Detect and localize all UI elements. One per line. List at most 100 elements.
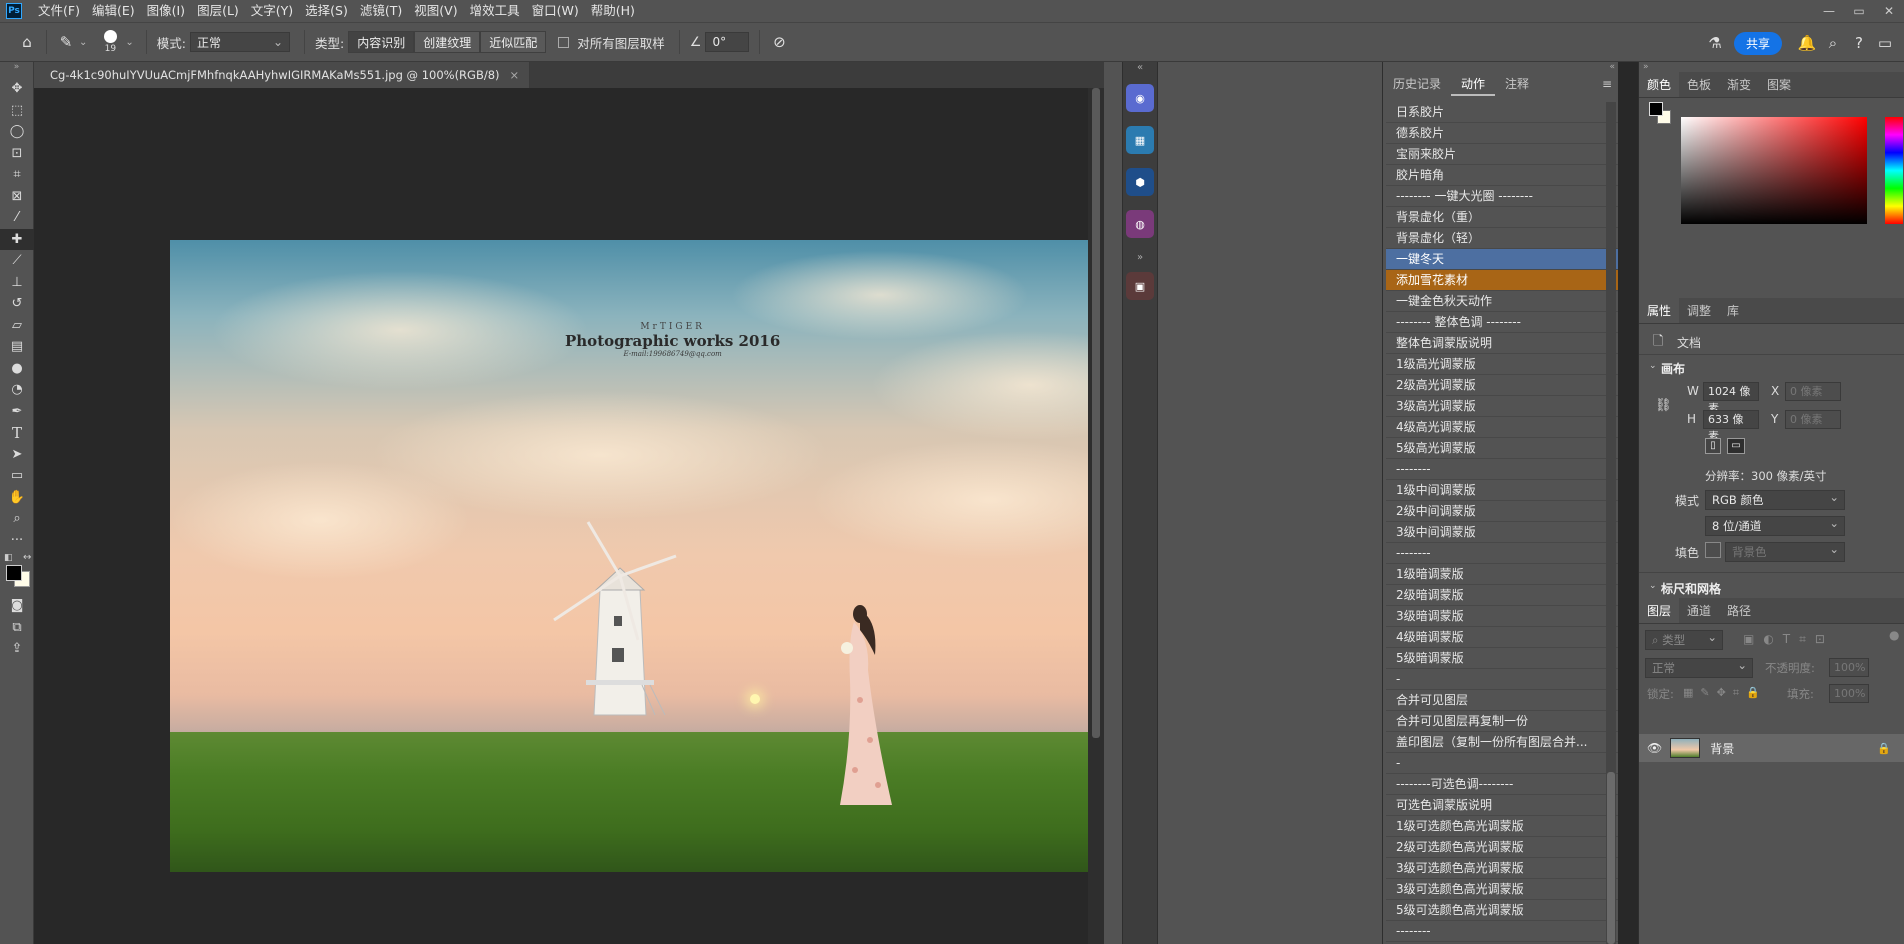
gradient-tool-icon[interactable]: ▤ — [0, 336, 34, 358]
action-item[interactable]: 背景虚化（轻） — [1386, 228, 1618, 249]
move-tool-icon[interactable]: ✥ — [0, 78, 34, 100]
content-aware-button[interactable]: 内容识别 — [348, 31, 415, 53]
menu-select[interactable]: 选择(S) — [299, 0, 354, 22]
eyedropper-tool-icon[interactable]: ⁄ — [0, 207, 34, 229]
action-item[interactable]: 1级可选颜色高光调蒙版 — [1386, 816, 1618, 837]
portrait-orientation-icon[interactable]: ▯ — [1705, 438, 1721, 454]
menu-image[interactable]: 图像(I) — [141, 0, 191, 22]
action-item[interactable]: 日系胶片 — [1386, 102, 1618, 123]
action-item[interactable]: 一键冬天 — [1386, 249, 1618, 270]
canvas-area[interactable]: MrTIGER Photographic works 2016 E-mail:1… — [34, 88, 1194, 944]
action-item[interactable]: -------- — [1386, 459, 1618, 480]
brush-picker[interactable]: 19 — [99, 30, 121, 54]
menu-edit[interactable]: 编辑(E) — [86, 0, 141, 22]
link-icon[interactable]: ⛓ — [1655, 398, 1672, 413]
pen-tool-icon[interactable]: ✒ — [0, 401, 34, 423]
tab-channels[interactable]: 通道 — [1679, 598, 1719, 623]
opacity-field[interactable]: 100% — [1829, 658, 1869, 677]
workspace-icon[interactable]: ▭ — [1872, 30, 1898, 56]
menu-layer[interactable]: 图层(L) — [191, 0, 245, 22]
tab-properties[interactable]: 属性 — [1639, 298, 1680, 323]
zoom-tool-icon[interactable]: ⌕ — [0, 508, 34, 530]
menu-view[interactable]: 视图(V) — [408, 0, 463, 22]
collapse-panels-icon[interactable]: « — [1123, 62, 1157, 78]
tab-gradients[interactable]: 渐变 — [1719, 72, 1759, 97]
action-item[interactable]: 3级高光调蒙版 — [1386, 396, 1618, 417]
frame-tool-icon[interactable]: ⊠ — [0, 186, 34, 208]
fill-select[interactable]: 背景色 — [1725, 540, 1845, 562]
document-tab[interactable]: Cg-4k1c90huIYVUuACmjFMhfnqkAAHyhwIGIRMAK… — [34, 62, 531, 88]
bit-depth-select[interactable]: 8 位/通道 — [1705, 514, 1845, 536]
tab-history[interactable]: 历史记录 — [1383, 72, 1451, 96]
action-item[interactable]: -------- 整体色调 -------- — [1386, 312, 1618, 333]
tab-layers[interactable]: 图层 — [1639, 598, 1680, 623]
sample-all-layers-checkbox[interactable] — [558, 36, 570, 48]
document-image[interactable]: MrTIGER Photographic works 2016 E-mail:1… — [170, 240, 1194, 872]
action-item[interactable]: --------可选色调-------- — [1386, 774, 1618, 795]
y-field[interactable]: 0 像素 — [1785, 410, 1841, 429]
action-item[interactable]: 5级高光调蒙版 — [1386, 438, 1618, 459]
blur-tool-icon[interactable]: ● — [0, 358, 34, 380]
history-brush-tool-icon[interactable]: ↺ — [0, 293, 34, 315]
share-button[interactable]: 共享 — [1733, 31, 1782, 55]
eraser-tool-icon[interactable]: ▱ — [0, 315, 34, 337]
action-item[interactable]: 2级可选颜色高光调蒙版 — [1386, 837, 1618, 858]
plugin-icon-2[interactable]: ▦ — [1126, 126, 1154, 154]
panel-menu-icon[interactable]: ≡ — [1602, 77, 1612, 91]
layer-filter-select[interactable]: ⌕ 类型 — [1645, 628, 1723, 650]
rectangle-tool-icon[interactable]: ▭ — [0, 465, 34, 487]
action-item[interactable]: 3级中间调蒙版 — [1386, 522, 1618, 543]
visibility-eye-icon[interactable]: 👁 — [1647, 741, 1662, 755]
action-item[interactable]: 背景虚化（重） — [1386, 207, 1618, 228]
plugin-icon-5[interactable]: ▣ — [1126, 272, 1154, 300]
action-item[interactable]: 5级可选颜色高光调蒙版 — [1386, 900, 1618, 921]
action-item[interactable]: 2级暗调蒙版 — [1386, 585, 1618, 606]
tab-color[interactable]: 颜色 — [1639, 72, 1680, 97]
tab-actions[interactable]: 动作 — [1451, 72, 1496, 96]
clone-stamp-tool-icon[interactable]: ⊥ — [0, 272, 34, 294]
menu-filter[interactable]: 滤镜(T) — [354, 0, 408, 22]
share-tool-icon[interactable]: ⇪ — [0, 638, 34, 660]
path-select-tool-icon[interactable]: ➤ — [0, 444, 34, 466]
menu-type[interactable]: 文字(Y) — [245, 0, 299, 22]
expand-panels-icon[interactable]: » — [1123, 252, 1157, 268]
brush-tool-icon[interactable]: ⟋ — [0, 250, 34, 272]
menu-window[interactable]: 窗口(W) — [526, 0, 585, 22]
canvas-vertical-scrollbar[interactable] — [1088, 88, 1104, 944]
action-item[interactable]: 胶片暗角 — [1386, 165, 1618, 186]
help-icon[interactable]: ? — [1846, 30, 1872, 56]
chevron-down-icon[interactable]: ⌄ — [1649, 361, 1657, 371]
tab-adjustments[interactable]: 调整 — [1679, 298, 1719, 323]
close-tab-icon[interactable]: × — [510, 68, 520, 82]
action-item[interactable]: 可选色调蒙版说明 — [1386, 795, 1618, 816]
search-icon[interactable]: ⌕ — [1820, 30, 1846, 56]
tab-swatches[interactable]: 色板 — [1679, 72, 1719, 97]
pressure-size-icon[interactable]: ⊘ — [766, 29, 792, 55]
action-item[interactable]: 3级可选颜色高光调蒙版 — [1386, 858, 1618, 879]
mode-select[interactable]: 正常 ⌄ — [190, 32, 290, 52]
panel-foreground-swatch[interactable] — [1649, 102, 1663, 116]
action-item[interactable]: -------- — [1386, 921, 1618, 942]
chevron-down-icon[interactable]: ⌄ — [79, 37, 87, 48]
plugin-icon-3[interactable]: ⬢ — [1126, 168, 1154, 196]
collapse-toolbar-icon[interactable]: » — [0, 62, 33, 78]
menu-file[interactable]: 文件(F) — [32, 0, 86, 22]
healing-brush-tool-icon[interactable]: ✚ — [0, 228, 34, 250]
x-field[interactable]: 0 像素 — [1785, 382, 1841, 401]
action-item[interactable]: 3级暗调蒙版 — [1386, 606, 1618, 627]
action-item[interactable]: 盖印图层（复制一份所有图层合并... — [1386, 732, 1618, 753]
marquee-tool-icon[interactable]: ⬚ — [0, 100, 34, 122]
lock-icons[interactable]: ▦✎✥⌗🔒 — [1683, 686, 1767, 700]
quick-mask-icon[interactable]: ◙ — [0, 595, 34, 617]
minimize-button[interactable]: — — [1814, 0, 1844, 22]
action-item[interactable]: 合并可见图层 — [1386, 690, 1618, 711]
flask-icon[interactable]: ⚗ — [1702, 30, 1728, 56]
layer-row-background[interactable]: 👁 背景 🔒 — [1639, 734, 1904, 762]
swap-colors-icon[interactable]: ↔ — [23, 552, 31, 563]
action-item[interactable]: 3级可选颜色高光调蒙版 — [1386, 879, 1618, 900]
restore-button[interactable]: ▭ — [1844, 0, 1874, 22]
tab-libraries[interactable]: 库 — [1719, 298, 1747, 323]
filter-toggle-icon[interactable]: ● — [1889, 628, 1899, 642]
chevron-down-icon[interactable]: ⌄ — [125, 37, 133, 48]
tab-notes[interactable]: 注释 — [1495, 72, 1539, 96]
